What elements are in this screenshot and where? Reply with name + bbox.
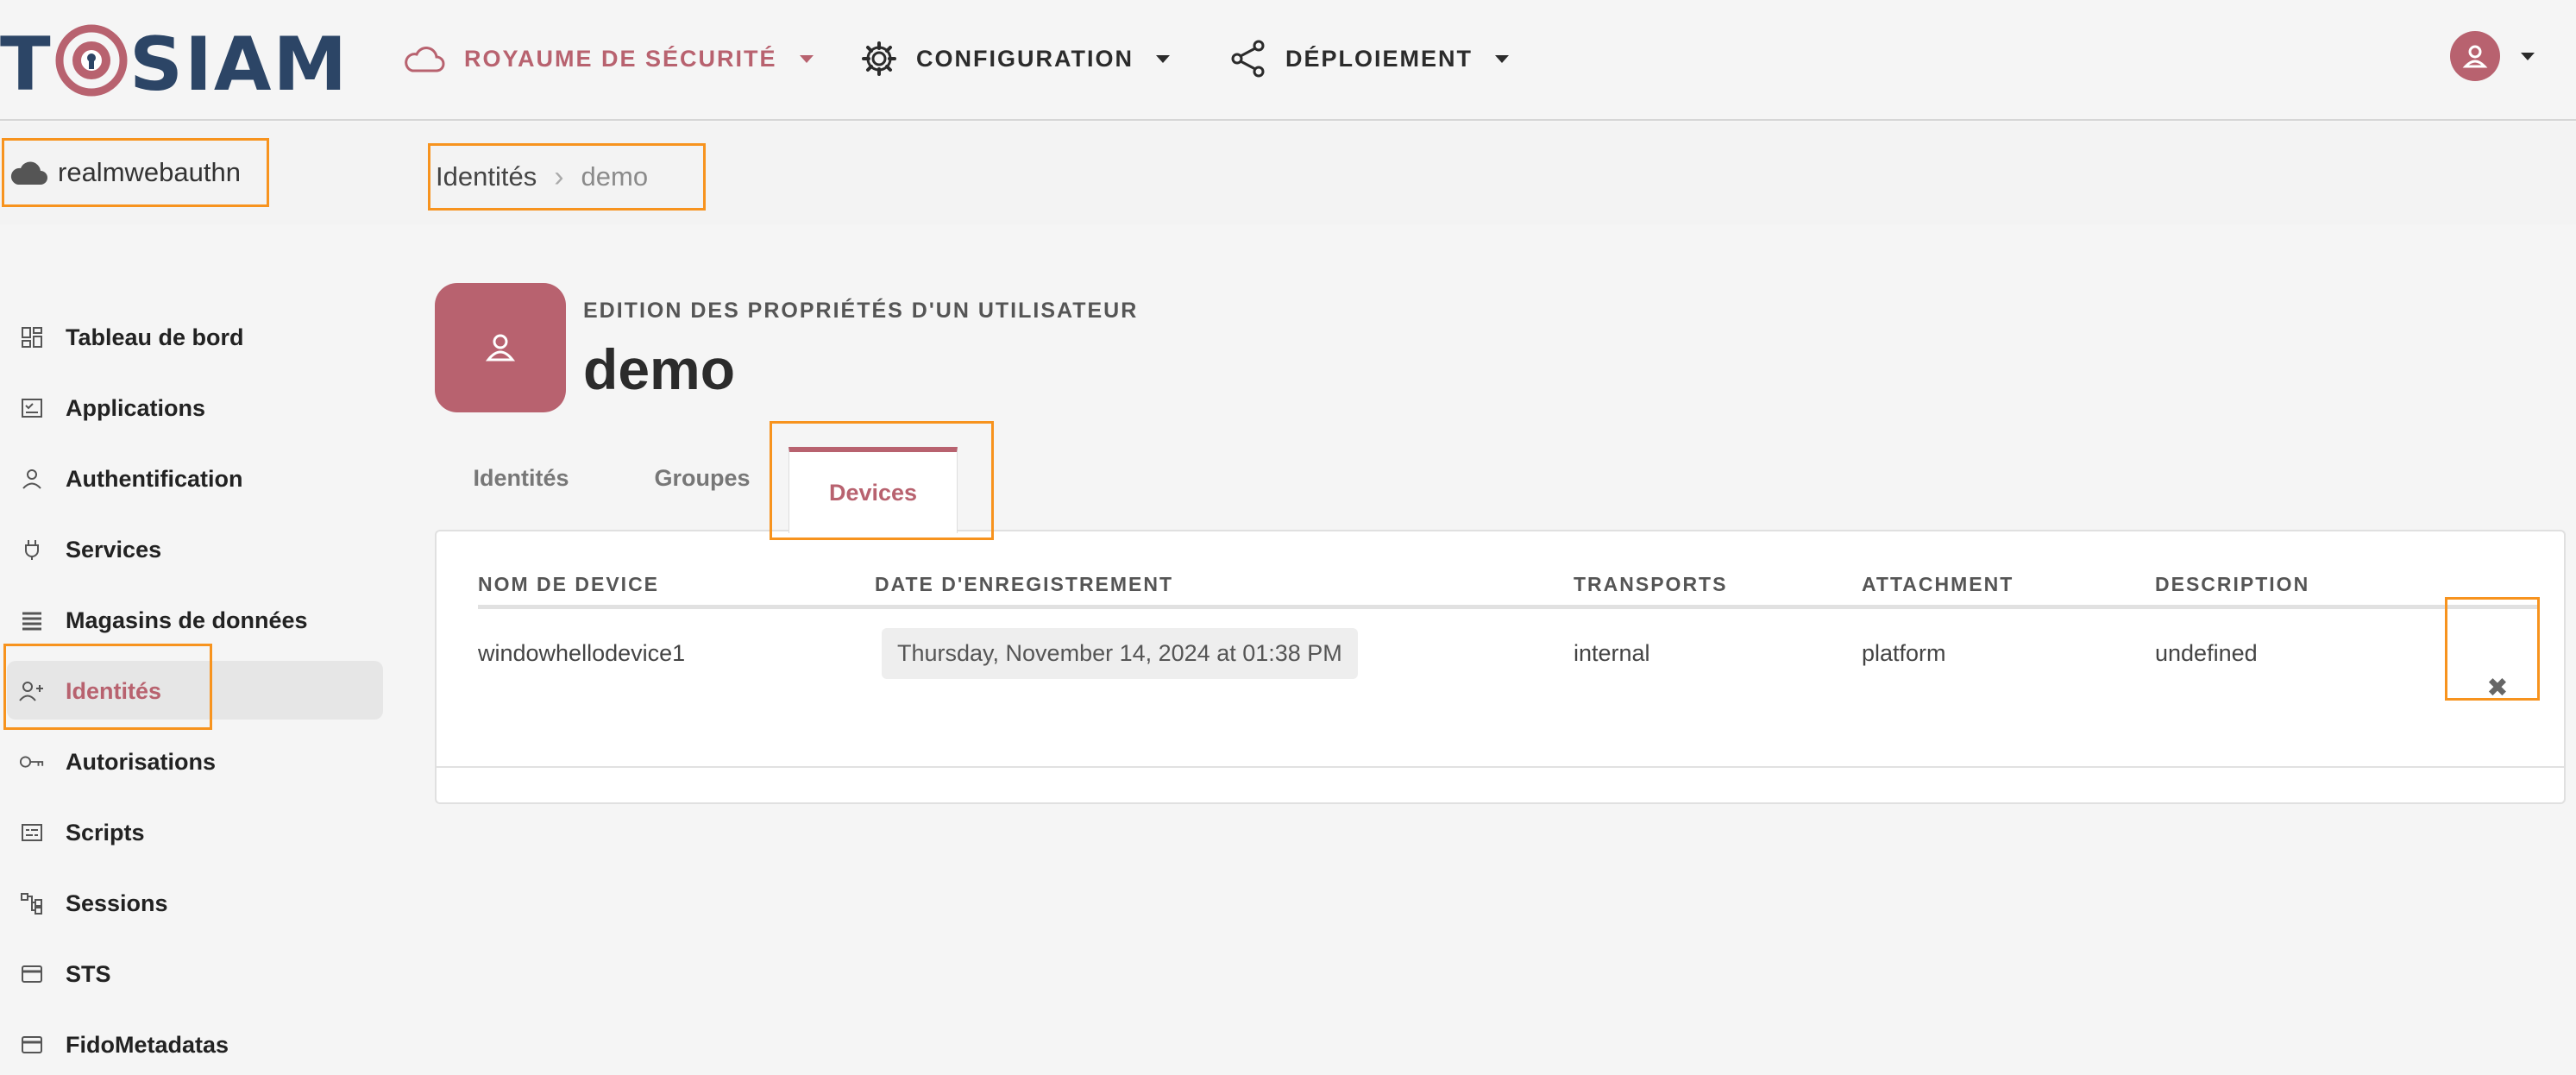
chevron-right-icon: › xyxy=(554,160,564,193)
highlight-box xyxy=(3,644,212,730)
sidebar-item-label: Services xyxy=(66,536,162,563)
column-header[interactable]: ATTACHMENT xyxy=(1862,573,2014,596)
sessions-icon xyxy=(19,890,45,916)
key-icon xyxy=(19,749,45,775)
sidebar-item-services[interactable]: Services xyxy=(0,514,388,585)
card-icon xyxy=(19,961,45,987)
plug-icon xyxy=(19,537,45,563)
gear-icon xyxy=(862,41,896,76)
nav-royaume[interactable]: ROYAUME DE SÉCURITÉ xyxy=(402,0,814,117)
nav-royaume-label: ROYAUME DE SÉCURITÉ xyxy=(464,45,777,72)
sidebar-item-scripts[interactable]: Scripts xyxy=(0,797,388,868)
page-title: demo xyxy=(583,337,736,401)
column-header[interactable]: DATE D'ENREGISTREMENT xyxy=(875,573,1173,596)
sidebar-item-label: Tableau de bord xyxy=(66,324,244,350)
sidebar-item-label: STS xyxy=(66,960,111,987)
device-name: windowhellodevice1 xyxy=(478,640,686,666)
sidebar-item-sessions[interactable]: Sessions xyxy=(0,868,388,939)
chevron-down-icon xyxy=(1495,54,1510,63)
person-icon xyxy=(19,466,45,492)
tab-identites[interactable]: Identités xyxy=(435,423,607,533)
nav-configuration-label: CONFIGURATION xyxy=(916,45,1134,72)
breadcrumb-current: demo xyxy=(581,161,649,192)
sidebar-item-sts[interactable]: STS xyxy=(0,939,388,1009)
chevron-down-icon xyxy=(2521,52,2535,60)
device-date: Thursday, November 14, 2024 at 01:38 PM xyxy=(882,628,1358,679)
devices-table: NOM DE DEVICE DATE D'ENREGISTREMENT TRAN… xyxy=(478,566,2540,706)
column-header[interactable]: TRANSPORTS xyxy=(1574,573,1727,596)
breadcrumb-root[interactable]: Identités xyxy=(436,161,537,192)
script-icon xyxy=(19,820,45,846)
sidebar-item-label: Sessions xyxy=(66,890,168,916)
sidebar-item-applications[interactable]: Applications xyxy=(0,373,388,443)
tosiam-logo[interactable]: T SIAM xyxy=(0,17,345,104)
person-icon xyxy=(485,334,516,361)
breadcrumb: Identités › demo xyxy=(428,143,706,211)
list-icon xyxy=(19,607,45,633)
applications-icon xyxy=(19,395,45,421)
devices-panel: NOM DE DEVICE DATE D'ENREGISTREMENT TRAN… xyxy=(435,530,2566,804)
share-icon xyxy=(1231,40,1265,78)
highlight-box xyxy=(770,421,994,540)
chevron-down-icon xyxy=(1155,54,1170,63)
sidebar-item-label: FidoMetadatas xyxy=(66,1031,229,1058)
device-description: undefined xyxy=(2155,640,2258,666)
device-transports: internal xyxy=(1574,640,1650,666)
sidebar-item-fidometadatas[interactable]: FidoMetadatas xyxy=(0,1009,388,1075)
realm-selector[interactable]: realmwebauthn xyxy=(2,138,269,207)
sub-header: realmwebauthn Identités › demo xyxy=(0,123,2576,224)
sidebar-item-tableau-de-bord[interactable]: Tableau de bord xyxy=(0,302,388,373)
card-icon xyxy=(19,1032,45,1058)
table-row: windowhellodevice1 Thursday, November 14… xyxy=(478,609,2540,706)
nav-configuration[interactable]: CONFIGURATION xyxy=(861,0,1170,117)
top-bar: T SIAM ROYAUME DE SÉCURITÉ CONFIGURATION xyxy=(0,0,2576,121)
dashboard-icon xyxy=(19,324,45,350)
sidebar-item-label: Scripts xyxy=(66,819,145,846)
device-attachment: platform xyxy=(1862,640,1946,666)
nav-deploiement-label: DÉPLOIEMENT xyxy=(1285,45,1473,72)
sidebar-item-label: Magasins de données xyxy=(66,607,308,633)
sidebar-item-autorisations[interactable]: Autorisations xyxy=(0,726,388,797)
svg-text:SIAM: SIAM xyxy=(129,22,345,104)
nav-deploiement[interactable]: DÉPLOIEMENT xyxy=(1230,0,1510,117)
column-header[interactable]: DESCRIPTION xyxy=(2155,573,2309,596)
table-header: NOM DE DEVICE DATE D'ENREGISTREMENT TRAN… xyxy=(478,566,2540,609)
user-avatar xyxy=(435,283,566,412)
realm-name: realmwebauthn xyxy=(58,157,241,187)
column-header[interactable]: NOM DE DEVICE xyxy=(478,573,659,596)
sidebar-item-authentification[interactable]: Authentification xyxy=(0,443,388,514)
page-subtitle: EDITION DES PROPRIÉTÉS D'UN UTILISATEUR xyxy=(583,299,1139,323)
cloud-icon xyxy=(405,47,445,72)
sidebar-item-label: Applications xyxy=(66,394,206,421)
svg-text:T: T xyxy=(0,22,53,104)
sidebar-item-label: Authentification xyxy=(66,465,243,492)
tab-groupes[interactable]: Groupes xyxy=(607,423,797,533)
logo-image: T SIAM xyxy=(0,22,345,104)
cloud-icon xyxy=(10,161,47,185)
sidebar-item-label: Autorisations xyxy=(66,748,217,775)
highlight-box xyxy=(2445,597,2540,701)
divider xyxy=(437,766,2564,768)
avatar xyxy=(2450,31,2500,81)
person-icon xyxy=(2462,45,2488,68)
user-menu[interactable] xyxy=(2450,31,2535,81)
chevron-down-icon xyxy=(799,54,814,63)
